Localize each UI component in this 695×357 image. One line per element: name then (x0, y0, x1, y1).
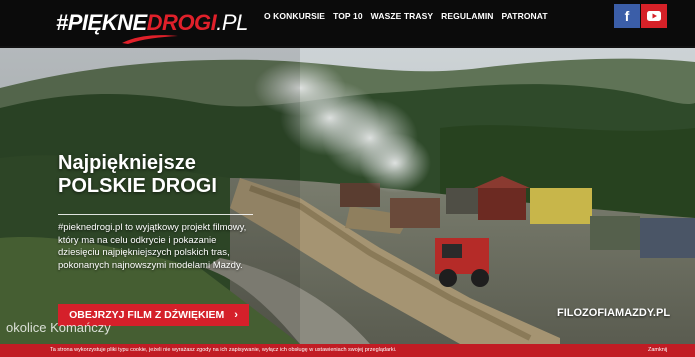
facebook-icon: f (624, 8, 630, 24)
logo-word-drogi: DROGI (146, 10, 217, 35)
logo-tld: .PL (216, 10, 248, 35)
cookie-close-button[interactable]: Zamknij (648, 347, 667, 353)
hero-headline-line2: POLSKIE DROGI (58, 175, 217, 197)
logo-word-piekne: PIĘKNE (67, 10, 147, 35)
logo-swoosh-icon (122, 35, 178, 44)
top-bar: #PIĘKNEDROGI.PL O KONKURSIE TOP 10 WASZE… (0, 0, 695, 48)
logo-hash: # (56, 10, 68, 35)
youtube-button[interactable] (641, 4, 667, 28)
hero-divider (58, 214, 253, 215)
nav-wasze-trasy[interactable]: WASZE TRASY (371, 11, 434, 21)
facebook-button[interactable]: f (614, 4, 640, 28)
nav-top-10[interactable]: TOP 10 (333, 11, 363, 21)
nav-patronat[interactable]: PATRONAT (502, 11, 548, 21)
hero-banner: Najpiękniejsze POLSKIE DROGI #pieknedrog… (0, 48, 695, 344)
site-logo[interactable]: #PIĘKNEDROGI.PL (56, 6, 256, 46)
chevron-right-icon: › (234, 309, 238, 321)
nav-regulamin[interactable]: REGULAMIN (441, 11, 493, 21)
hero-headline-line1: Najpiękniejsze (58, 152, 196, 174)
location-caption: okolice Komańczy (6, 320, 111, 335)
hero-description: #pieknedrogi.pl to wyjątkowy projekt fil… (58, 222, 247, 271)
nav-o-konkursie[interactable]: O KONKURSIE (264, 11, 325, 21)
youtube-icon (647, 11, 661, 21)
main-nav: O KONKURSIE TOP 10 WASZE TRASY REGULAMIN… (264, 11, 548, 21)
cookie-notice-text: Ta strona wykorzystuje pliki typu cookie… (50, 347, 397, 353)
cookie-bar: Ta strona wykorzystuje pliki typu cookie… (0, 344, 695, 357)
filozofiamazdy-link[interactable]: FILOZOFIAMAZDY.PL (557, 307, 670, 319)
